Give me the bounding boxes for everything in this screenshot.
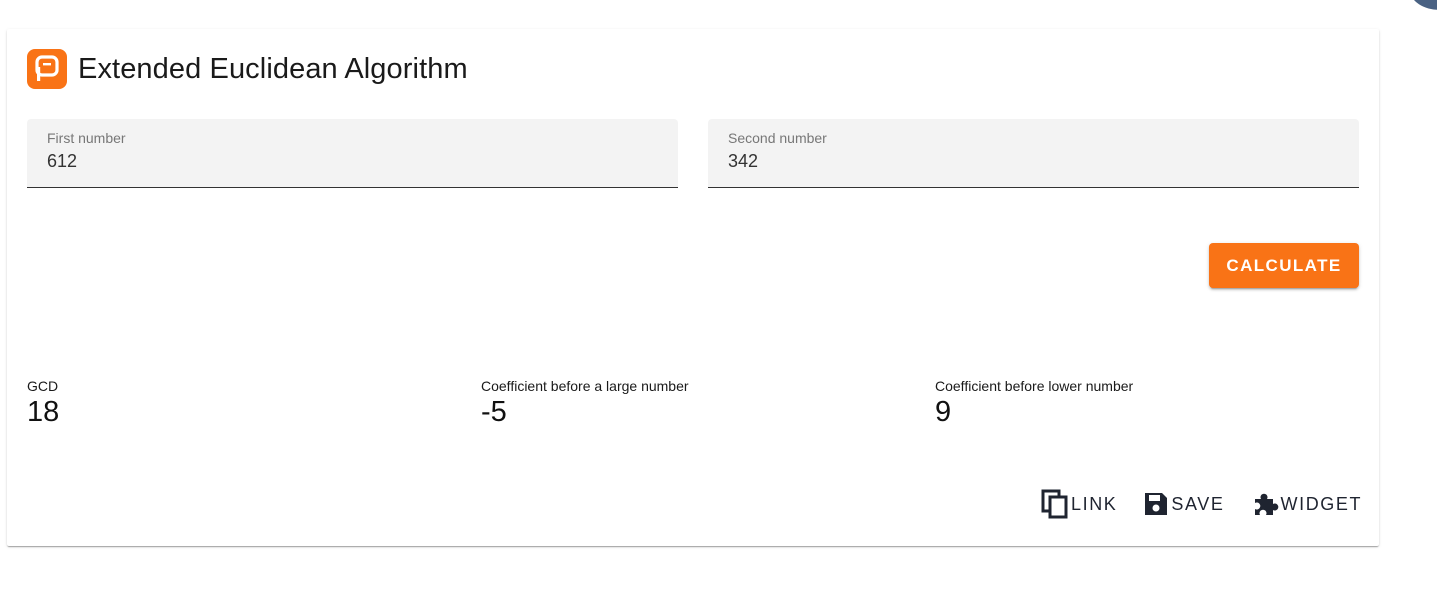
link-button[interactable]: LINK bbox=[1041, 489, 1117, 519]
coef-large-result: Coefficient before a large number -5 bbox=[481, 378, 689, 429]
puzzle-piece-icon bbox=[1254, 493, 1278, 515]
first-number-input[interactable] bbox=[47, 151, 647, 172]
widget-button[interactable]: WIDGET bbox=[1251, 490, 1363, 518]
page-title: Extended Euclidean Algorithm bbox=[78, 52, 468, 85]
second-number-label: Second number bbox=[728, 130, 827, 146]
gcd-label: GCD bbox=[27, 378, 59, 394]
gcd-result: GCD 18 bbox=[27, 378, 59, 429]
coef-lower-label: Coefficient before lower number bbox=[935, 378, 1134, 394]
widget-label: WIDGET bbox=[1280, 493, 1363, 514]
calculate-button[interactable]: CALCULATE bbox=[1209, 243, 1359, 288]
first-number-field[interactable]: First number bbox=[27, 119, 678, 188]
gcd-value: 18 bbox=[27, 396, 60, 428]
action-bar: LINK SAVE WIDGET bbox=[1041, 489, 1388, 519]
coef-large-label: Coefficient before a large number bbox=[481, 378, 689, 394]
floppy-disk-icon bbox=[1145, 493, 1168, 515]
coef-lower-result: Coefficient before lower number 9 bbox=[935, 378, 1133, 429]
coef-large-value: -5 bbox=[481, 396, 507, 428]
save-label: SAVE bbox=[1171, 493, 1225, 514]
save-button[interactable]: SAVE bbox=[1143, 491, 1224, 517]
calculator-header: Extended Euclidean Algorithm bbox=[27, 49, 468, 89]
planetcalc-logo-icon bbox=[27, 49, 67, 89]
coef-lower-value: 9 bbox=[935, 396, 952, 428]
copy-icon bbox=[1041, 489, 1068, 519]
corner-avatar-badge[interactable] bbox=[1410, 0, 1437, 10]
calculator-card: Extended Euclidean Algorithm First numbe… bbox=[7, 29, 1379, 546]
second-number-input[interactable] bbox=[728, 151, 1328, 172]
link-label: LINK bbox=[1071, 493, 1118, 514]
second-number-field[interactable]: Second number bbox=[708, 119, 1359, 188]
first-number-label: First number bbox=[47, 130, 126, 146]
